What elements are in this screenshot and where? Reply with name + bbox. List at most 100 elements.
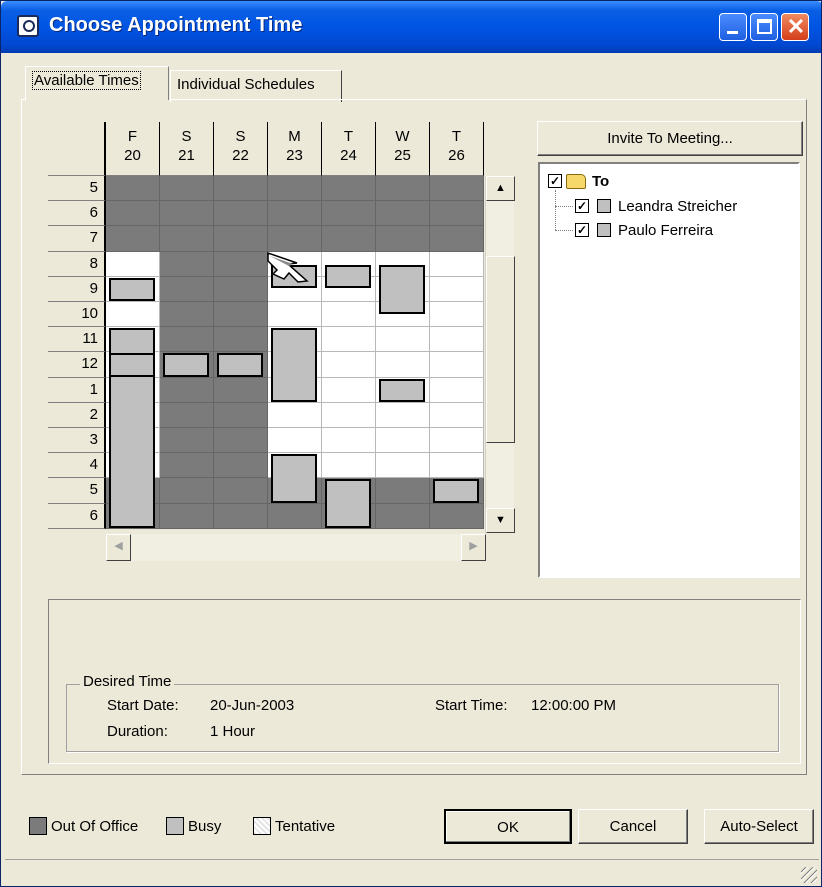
- time-slot[interactable]: [160, 478, 214, 504]
- time-slot[interactable]: [160, 302, 214, 328]
- time-slot[interactable]: [322, 176, 376, 202]
- time-slot[interactable]: [160, 251, 214, 277]
- time-slot[interactable]: [430, 428, 484, 454]
- time-slot[interactable]: [322, 428, 376, 454]
- time-slot[interactable]: [160, 453, 214, 479]
- time-slot[interactable]: [160, 428, 214, 454]
- time-slot[interactable]: [430, 377, 484, 403]
- time-slot[interactable]: [376, 352, 430, 378]
- time-slot[interactable]: [214, 428, 268, 454]
- time-slot[interactable]: [430, 226, 484, 252]
- maximize-button[interactable]: [750, 13, 778, 41]
- busy-block[interactable]: [217, 353, 263, 377]
- busy-block[interactable]: [433, 479, 479, 503]
- time-slot[interactable]: [322, 226, 376, 252]
- time-slot[interactable]: [160, 201, 214, 227]
- busy-block[interactable]: [325, 479, 371, 528]
- ok-button[interactable]: OK: [444, 809, 572, 844]
- time-slot[interactable]: [376, 503, 430, 529]
- busy-block[interactable]: [271, 454, 317, 503]
- time-slot[interactable]: [160, 503, 214, 529]
- time-slot[interactable]: [376, 176, 430, 202]
- tab-individual-schedules[interactable]: Individual Schedules: [170, 70, 342, 102]
- time-slot[interactable]: [322, 201, 376, 227]
- time-slot[interactable]: [160, 327, 214, 353]
- time-slot[interactable]: [214, 302, 268, 328]
- close-button[interactable]: ✕: [781, 13, 809, 41]
- time-slot[interactable]: [160, 176, 214, 202]
- busy-block[interactable]: [271, 328, 317, 402]
- busy-block[interactable]: [109, 277, 155, 301]
- time-slot[interactable]: [214, 453, 268, 479]
- time-slot[interactable]: [376, 226, 430, 252]
- scroll-thumb[interactable]: [486, 256, 515, 443]
- attendee-checkbox[interactable]: ✓: [575, 199, 589, 213]
- time-slot[interactable]: [106, 176, 160, 202]
- time-slot[interactable]: [376, 428, 430, 454]
- time-slot[interactable]: [214, 176, 268, 202]
- tab-available-times[interactable]: Available Times: [25, 66, 169, 100]
- time-slot[interactable]: [214, 276, 268, 302]
- tree-root[interactable]: ✓ To: [548, 170, 609, 192]
- time-slot[interactable]: [430, 327, 484, 353]
- time-slot[interactable]: [430, 453, 484, 479]
- time-slot[interactable]: [430, 201, 484, 227]
- time-slot[interactable]: [106, 251, 160, 277]
- time-slot[interactable]: [106, 226, 160, 252]
- time-slot[interactable]: [268, 503, 322, 529]
- invite-to-meeting-button[interactable]: Invite To Meeting...: [537, 121, 803, 156]
- time-slot[interactable]: [160, 402, 214, 428]
- busy-block[interactable]: [325, 265, 371, 289]
- time-slot[interactable]: [160, 377, 214, 403]
- attendee-item[interactable]: ✓ Paulo Ferreira: [575, 219, 713, 241]
- root-checkbox[interactable]: ✓: [548, 174, 562, 188]
- time-slot[interactable]: [214, 251, 268, 277]
- time-slot[interactable]: [106, 201, 160, 227]
- busy-block[interactable]: [379, 378, 425, 402]
- attendee-checkbox[interactable]: ✓: [575, 223, 589, 237]
- scroll-left-button[interactable]: ◀: [106, 534, 131, 561]
- vertical-scrollbar[interactable]: ▲ ▼: [485, 176, 515, 533]
- time-slot[interactable]: [160, 226, 214, 252]
- scroll-right-button[interactable]: ▶: [461, 534, 486, 561]
- time-slot[interactable]: [214, 377, 268, 403]
- time-slot[interactable]: [214, 402, 268, 428]
- busy-block[interactable]: [109, 353, 155, 377]
- time-slot[interactable]: [376, 201, 430, 227]
- time-slot[interactable]: [322, 302, 376, 328]
- time-slot[interactable]: [430, 302, 484, 328]
- time-slot[interactable]: [430, 276, 484, 302]
- time-slot[interactable]: [268, 201, 322, 227]
- auto-select-button[interactable]: Auto-Select: [704, 809, 814, 844]
- time-slot[interactable]: [106, 302, 160, 328]
- resize-grip-icon[interactable]: [801, 867, 817, 883]
- time-slot[interactable]: [430, 352, 484, 378]
- time-slot[interactable]: [376, 478, 430, 504]
- time-slot[interactable]: [214, 201, 268, 227]
- time-slot[interactable]: [322, 453, 376, 479]
- scroll-down-button[interactable]: ▼: [486, 508, 515, 533]
- time-slot[interactable]: [376, 453, 430, 479]
- time-slot[interactable]: [268, 176, 322, 202]
- time-slot[interactable]: [160, 276, 214, 302]
- time-slot[interactable]: [430, 251, 484, 277]
- time-slot[interactable]: [430, 402, 484, 428]
- time-slot[interactable]: [322, 352, 376, 378]
- attendee-item[interactable]: ✓ Leandra Streicher: [575, 195, 737, 217]
- time-slot[interactable]: [322, 402, 376, 428]
- time-slot[interactable]: [322, 377, 376, 403]
- time-slot[interactable]: [268, 402, 322, 428]
- horizontal-scrollbar[interactable]: ◀ ▶: [106, 534, 486, 561]
- title-bar[interactable]: Choose Appointment Time ✕: [1, 1, 821, 53]
- time-slot[interactable]: [214, 478, 268, 504]
- time-slot[interactable]: [214, 503, 268, 529]
- time-slot[interactable]: [430, 176, 484, 202]
- attendee-tree[interactable]: ✓ To ✓ Leandra Streicher ✓ Paulo Ferreir…: [538, 162, 800, 578]
- busy-block[interactable]: [379, 265, 425, 314]
- time-slot[interactable]: [214, 226, 268, 252]
- time-slot[interactable]: [430, 503, 484, 529]
- time-slot[interactable]: [214, 327, 268, 353]
- time-slot[interactable]: [268, 428, 322, 454]
- time-slot[interactable]: [268, 302, 322, 328]
- time-slot[interactable]: [268, 226, 322, 252]
